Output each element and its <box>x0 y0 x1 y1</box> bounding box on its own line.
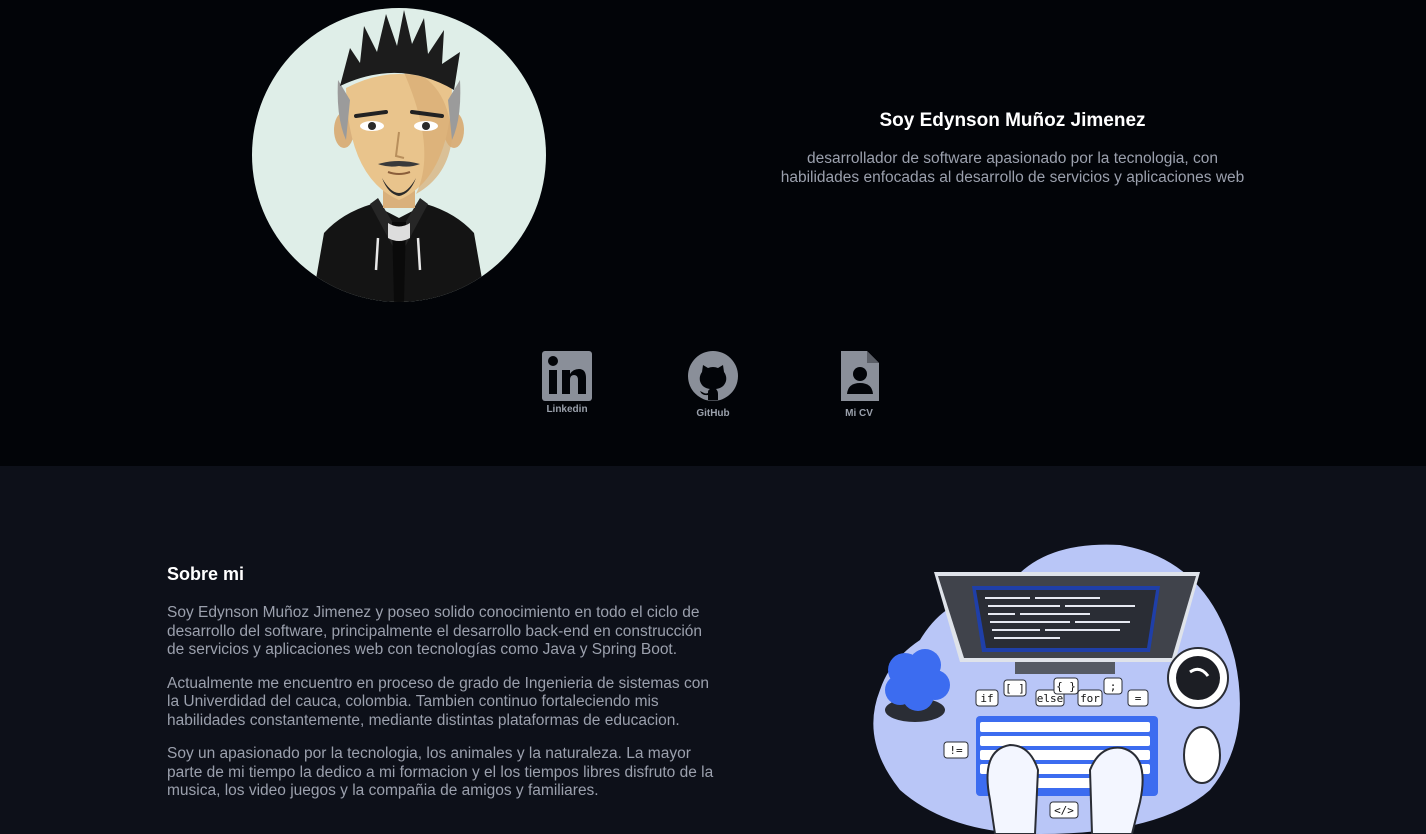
hero-section: Soy Edynson Muñoz Jimenez desarrollador … <box>0 0 1426 466</box>
token-tag: </> <box>1054 804 1074 817</box>
token-brackets: [ ] <box>1005 682 1025 695</box>
avatar <box>252 8 546 302</box>
about-paragraph-1: Soy Edynson Muñoz Jimenez y poseo solido… <box>167 604 703 658</box>
github-icon <box>687 350 739 402</box>
about-text: Sobre mi Soy Edynson Muñoz Jimenez y pos… <box>167 564 717 816</box>
intro: Soy Edynson Muñoz Jimenez desarrollador … <box>740 110 1285 187</box>
linkedin-link[interactable]: Linkedin <box>527 350 607 415</box>
about-paragraph-3: Soy un apasionado por la tecnologia, los… <box>167 745 714 799</box>
linkedin-icon <box>541 350 593 402</box>
cv-icon <box>833 350 885 402</box>
developer-illustration: if [ ] else { } for ; = != </> <box>860 540 1250 834</box>
hero-subtitle-line-1: desarrollador de software apasionado por… <box>806 150 1218 167</box>
github-link[interactable]: GitHub <box>673 350 753 419</box>
cv-label: Mi CV <box>845 408 873 419</box>
token-braces: { } <box>1056 680 1076 693</box>
token-equals: = <box>1135 692 1142 705</box>
token-semicolon: ; <box>1110 680 1117 693</box>
github-label: GitHub <box>696 408 730 419</box>
token-not-equals: != <box>949 744 963 757</box>
linkedin-label: Linkedin <box>546 404 588 415</box>
avatar-illustration <box>312 10 486 302</box>
about-title: Sobre mi <box>167 564 245 584</box>
token-for: for <box>1080 692 1100 705</box>
about-paragraph-2: Actualmente me encuentro en proceso de g… <box>167 674 709 729</box>
hero-subtitle-line-2: habilidades enfocadas al desarrollo de s… <box>780 169 1245 186</box>
cv-link[interactable]: Mi CV <box>819 350 899 419</box>
hero-title: Soy Edynson Muñoz Jimenez <box>879 110 1146 131</box>
token-if: if <box>980 692 993 705</box>
